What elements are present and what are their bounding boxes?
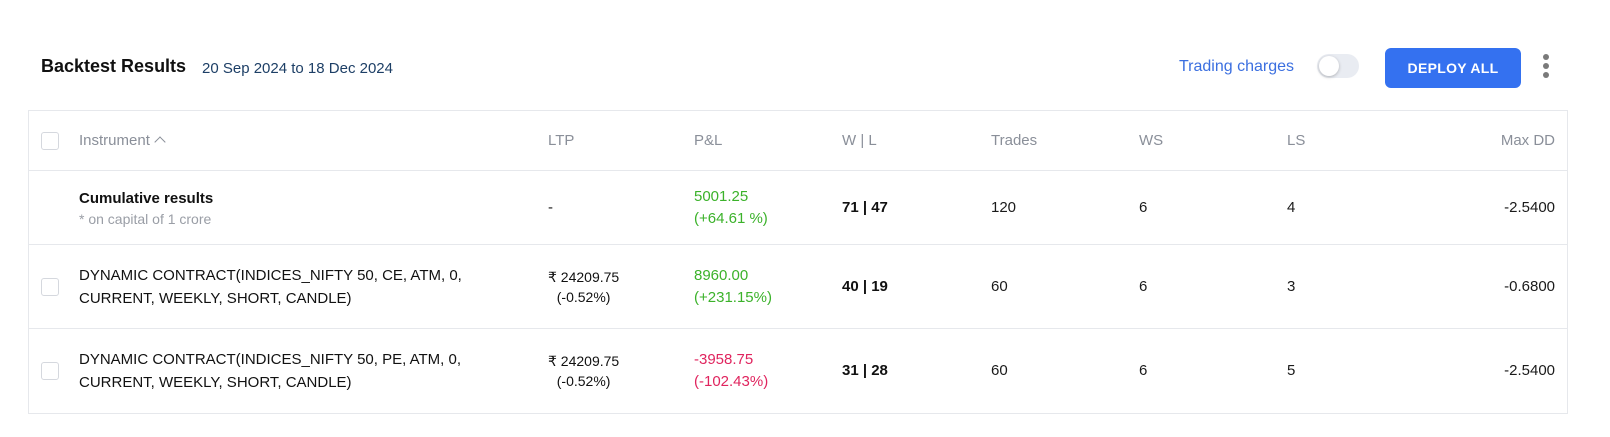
cumulative-note: * on capital of 1 crore — [79, 210, 212, 227]
instrument-ltp: ₹ 24209.75 (-0.52%) — [548, 267, 619, 307]
instrument-max-dd: -2.5400 — [1504, 362, 1555, 379]
date-range: 20 Sep 2024 to 18 Dec 2024 — [202, 60, 393, 77]
instrument-ltp: ₹ 24209.75 (-0.52%) — [548, 351, 619, 391]
cumulative-max-dd: -2.5400 — [1504, 198, 1555, 216]
row-checkbox[interactable] — [41, 362, 59, 380]
toggle-knob — [1319, 56, 1339, 76]
cumulative-trades: 120 — [991, 198, 1017, 216]
instrument-trades: 60 — [991, 277, 1008, 295]
pnl-pct: (+231.15%) — [694, 288, 772, 306]
ltp-change: (-0.52%) — [556, 288, 611, 305]
cumulative-ws: 6 — [1139, 198, 1148, 216]
instrument-trades: 60 — [991, 362, 1008, 379]
kebab-dot — [1543, 54, 1549, 60]
instrument-wl: 31 | 28 — [842, 362, 888, 379]
instrument-ws: 6 — [1139, 362, 1148, 379]
kebab-menu-icon[interactable] — [1538, 52, 1554, 80]
kebab-dot — [1543, 63, 1549, 69]
cumulative-title: Cumulative results — [79, 189, 214, 207]
trading-charges-toggle[interactable] — [1317, 54, 1359, 78]
page-title: Backtest Results — [41, 56, 187, 76]
instrument-ls: 3 — [1287, 277, 1296, 295]
table-header-row: Instrument LTP P&L W | L Trades WS LS Ma… — [29, 111, 1567, 171]
column-header-max-dd: Max DD — [1500, 131, 1555, 149]
table-row[interactable]: DYNAMIC CONTRACT(INDICES_NIFTY 50, CE, A… — [29, 245, 1567, 329]
column-header-ws: WS — [1139, 131, 1164, 149]
ltp-value: ₹ 24209.75 — [548, 353, 620, 369]
instrument-name: DYNAMIC CONTRACT(INDICES_NIFTY 50, CE, A… — [79, 266, 462, 307]
column-header-instrument[interactable]: Instrument — [79, 130, 166, 152]
pnl-value: 8960.00 — [694, 266, 749, 284]
instrument-ws: 6 — [1139, 277, 1148, 295]
ltp-change: (-0.52%) — [556, 373, 611, 389]
column-header-trades: Trades — [991, 131, 1038, 149]
pnl-pct: (-102.43%) — [694, 373, 769, 390]
instrument-name: DYNAMIC CONTRACT(INDICES_NIFTY 50, PE, A… — [79, 351, 462, 391]
pnl-value: -3958.75 — [694, 351, 754, 368]
instrument-wl: 40 | 19 — [842, 277, 888, 295]
cumulative-ls: 4 — [1287, 198, 1296, 216]
cumulative-pnl-pct: (+64.61 %) — [694, 209, 768, 227]
row-checkbox[interactable] — [41, 277, 59, 296]
cumulative-label: Cumulative results * on capital of 1 cro… — [79, 188, 213, 228]
table-row[interactable]: DYNAMIC CONTRACT(INDICES_NIFTY 50, PE, A… — [29, 329, 1567, 413]
trading-charges-label: Trading charges — [1179, 58, 1295, 75]
column-header-instrument-label: Instrument — [79, 131, 150, 149]
column-header-ls: LS — [1287, 131, 1306, 149]
cumulative-row: Cumulative results * on capital of 1 cro… — [29, 171, 1567, 245]
column-header-wl: W | L — [842, 131, 877, 149]
column-header-pnl: P&L — [694, 131, 723, 149]
column-header-ltp: LTP — [548, 131, 575, 149]
kebab-dot — [1543, 72, 1549, 78]
ltp-value: ₹ 24209.75 — [548, 268, 620, 285]
deploy-all-button[interactable]: DEPLOY ALL — [1385, 48, 1521, 88]
instrument-max-dd: -0.6800 — [1504, 277, 1555, 295]
cumulative-pnl: 5001.25 (+64.61 %) — [694, 186, 768, 230]
results-table: Instrument LTP P&L W | L Trades WS LS Ma… — [28, 110, 1568, 414]
instrument-ls: 5 — [1287, 362, 1296, 379]
cumulative-wl: 71 | 47 — [842, 198, 888, 216]
instrument-pnl: 8960.00 (+231.15%) — [694, 265, 772, 309]
instrument-pnl: -3958.75 (-102.43%) — [694, 349, 768, 393]
select-all-checkbox[interactable] — [41, 131, 59, 150]
cumulative-pnl-value: 5001.25 — [694, 187, 749, 205]
cumulative-ltp: - — [548, 198, 553, 216]
chevron-up-icon — [154, 135, 166, 148]
results-header: Backtest Results 20 Sep 2024 to 18 Dec 2… — [41, 46, 1569, 88]
